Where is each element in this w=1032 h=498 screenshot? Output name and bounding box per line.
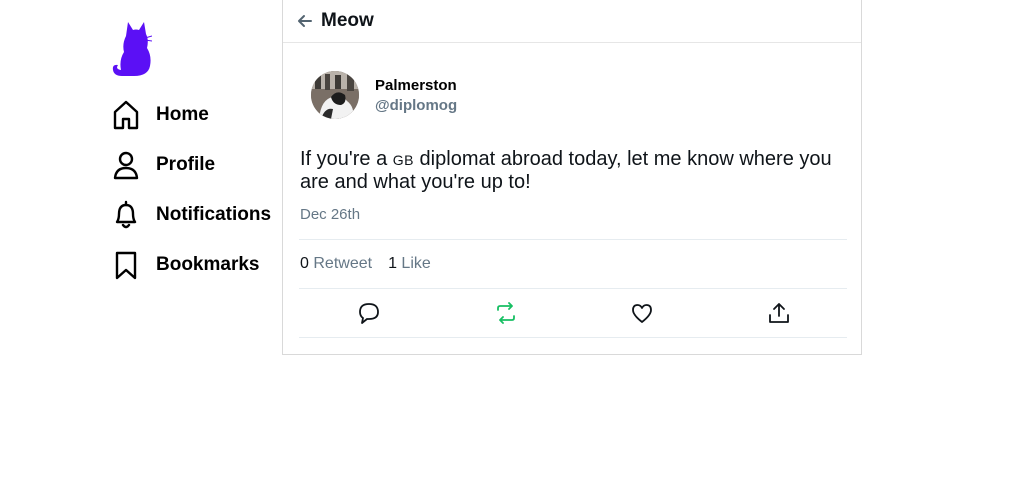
tweet-stats: 0 Retweet 1 Like — [300, 255, 447, 273]
tweet-text: If you're a GB diplomat abroad today, le… — [300, 148, 850, 193]
cat-logo-icon[interactable] — [112, 20, 153, 78]
retweet-count-number: 0 — [300, 255, 309, 272]
share-icon[interactable] — [767, 301, 791, 325]
sidebar-item-home[interactable]: Home — [112, 98, 209, 132]
retweet-count[interactable]: 0 Retweet — [300, 255, 372, 273]
sidebar-item-label: Profile — [156, 154, 216, 175]
tweet-detail-panel: Meow Palmerston @diplomog If you're a GB… — [282, 0, 862, 355]
sidebar-item-profile[interactable]: Profile — [112, 148, 215, 182]
retweet-icon[interactable] — [494, 301, 518, 325]
tweet-text-part: If you're a — [300, 148, 393, 170]
sidebar-item-label: Home — [156, 104, 209, 125]
sidebar-item-label: Bookmarks — [156, 254, 260, 275]
author-display-name[interactable]: Palmerston — [375, 77, 457, 95]
author-handle[interactable]: @diplomog — [375, 95, 457, 117]
user-icon — [112, 149, 142, 181]
tweet-date: Dec 26th — [300, 206, 361, 223]
avatar[interactable] — [311, 71, 359, 119]
sidebar-item-bookmarks[interactable]: Bookmarks — [112, 248, 260, 282]
author-names: Palmerston @diplomog — [375, 77, 457, 117]
like-count[interactable]: 1 Like — [388, 255, 431, 273]
bell-icon — [112, 199, 142, 231]
divider — [299, 288, 847, 289]
tweet-author: Palmerston @diplomog — [311, 71, 457, 119]
page-title: Meow — [321, 9, 374, 31]
home-icon — [112, 99, 142, 131]
comment-icon[interactable] — [357, 301, 381, 325]
like-count-number: 1 — [388, 255, 397, 272]
divider — [299, 239, 847, 240]
divider — [299, 337, 847, 338]
like-count-label: Like — [401, 255, 431, 272]
sidebar-item-label: Notifications — [156, 204, 272, 225]
arrow-left-icon[interactable] — [297, 12, 315, 30]
bookmark-icon — [112, 249, 142, 281]
heart-icon[interactable] — [630, 301, 654, 325]
page-header: Meow — [283, 0, 861, 43]
tweet-actions — [299, 299, 847, 329]
tweet-text-smallcaps: GB — [392, 152, 414, 168]
sidebar-item-notifications[interactable]: Notifications — [112, 198, 271, 232]
retweet-count-label: Retweet — [313, 255, 373, 272]
